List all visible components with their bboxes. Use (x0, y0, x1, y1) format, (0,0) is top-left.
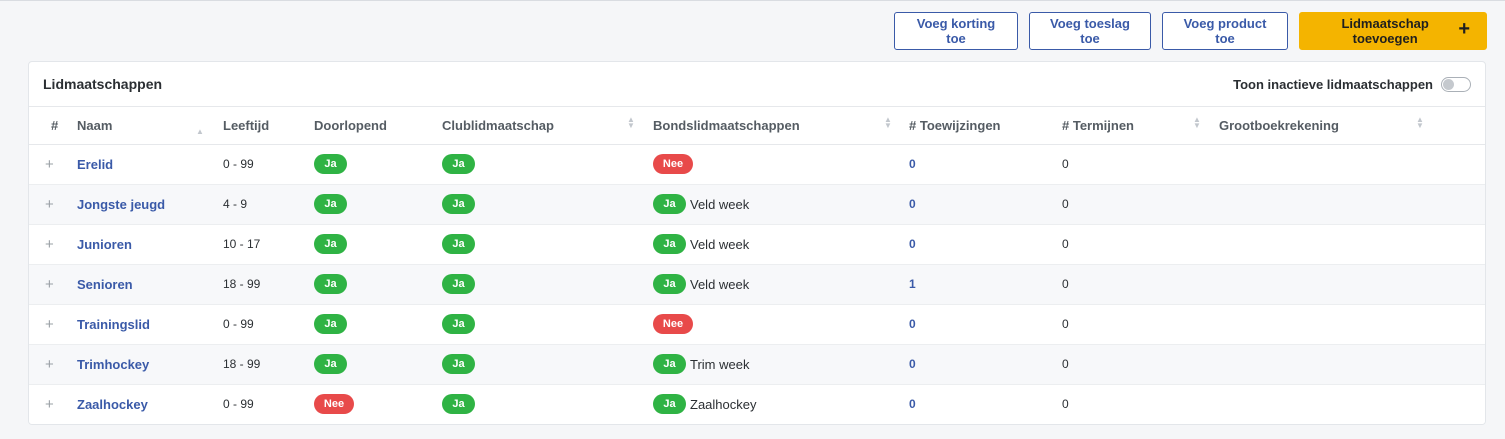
continuous-badge: Ja (314, 234, 347, 254)
assignments-count-link[interactable]: 1 (909, 277, 916, 291)
terms-count: 0 (1062, 357, 1069, 371)
club-badge: Ja (442, 154, 475, 174)
membership-name-link[interactable]: Trainingslid (77, 317, 150, 332)
inactive-toggle-label: Toon inactieve lidmaatschappen (1233, 76, 1433, 92)
assignments-count-link[interactable]: 0 (909, 357, 916, 371)
terms-count: 0 (1062, 317, 1069, 331)
bond-membership-text: Veld week (690, 276, 750, 292)
table-row: + Jongste jeugd 4 - 9 Ja Ja Ja Veld week 0 0 (29, 184, 1485, 225)
assignments-count-link[interactable]: 0 (909, 197, 916, 211)
expand-row-icon[interactable]: + (45, 356, 54, 373)
club-badge: Ja (442, 194, 475, 214)
continuous-badge: Ja (314, 274, 347, 294)
inactive-toggle[interactable] (1441, 76, 1471, 92)
membership-name-link[interactable]: Jongste jeugd (77, 197, 165, 212)
add-membership-button[interactable]: Lidmaatschap toevoegen + (1299, 12, 1487, 50)
table-row: + Trimhockey 18 - 99 Ja Ja Ja Trim week 0 0 (29, 344, 1485, 385)
col-header-age: Leeftijd (223, 107, 314, 145)
bond-badge: Nee (653, 154, 693, 174)
bond-badge: Ja (653, 354, 686, 374)
age-range: 18 - 99 (223, 277, 261, 291)
add-discount-button[interactable]: Voeg korting toe (894, 12, 1018, 50)
col-header-index: # (29, 107, 77, 145)
sort-icon: ▲ ▼ (884, 115, 892, 130)
membership-name-link[interactable]: Junioren (77, 237, 132, 252)
inactive-toggle-wrap: Toon inactieve lidmaatschappen (1233, 76, 1471, 92)
add-membership-label: Lidmaatschap toevoegen (1341, 16, 1429, 46)
bond-badge: Ja (653, 394, 686, 415)
bond-badge: Ja (653, 234, 686, 254)
continuous-badge: Ja (314, 194, 347, 214)
terms-count: 0 (1062, 237, 1069, 251)
continuous-badge: Nee (314, 394, 354, 415)
club-badge: Ja (442, 234, 475, 254)
col-header-ledger[interactable]: Grootboekrekening ▲ ▼ (1219, 107, 1485, 145)
continuous-badge: Ja (314, 154, 347, 174)
terms-count: 0 (1062, 157, 1069, 171)
club-badge: Ja (442, 354, 475, 374)
add-product-button[interactable]: Voeg product toe (1162, 12, 1288, 50)
bond-membership-text: Veld week (690, 236, 750, 252)
col-header-club[interactable]: Clublidmaatschap ▲ ▼ (442, 107, 653, 145)
age-range: 18 - 99 (223, 357, 261, 371)
age-range: 10 - 17 (223, 237, 261, 251)
bond-badge: Ja (653, 274, 686, 294)
table-header-row: # Naam ▲ Leeftijd Doorlopend Clublidmaat… (29, 107, 1485, 145)
sort-icon: ▲ ▼ (1193, 115, 1201, 130)
membership-name-link[interactable]: Zaalhockey (77, 397, 148, 412)
club-badge: Ja (442, 274, 475, 294)
membership-name-link[interactable]: Trimhockey (77, 357, 149, 372)
col-header-assignments: # Toewijzingen (909, 107, 1062, 145)
expand-row-icon[interactable]: + (45, 396, 54, 413)
age-range: 0 - 99 (223, 397, 254, 412)
col-header-name[interactable]: Naam ▲ (77, 107, 223, 145)
age-range: 0 - 99 (223, 317, 254, 331)
bond-membership-text: Zaalhockey (690, 396, 757, 412)
table-row: + Erelid 0 - 99 Ja Ja Nee 0 0 (29, 144, 1485, 185)
sort-icon: ▲ ▼ (1416, 115, 1424, 130)
table-row: + Junioren 10 - 17 Ja Ja Ja Veld week 0 0 (29, 224, 1485, 265)
bond-badge: Ja (653, 194, 686, 214)
expand-row-icon[interactable]: + (45, 236, 54, 253)
assignments-count-link[interactable]: 0 (909, 397, 916, 411)
col-header-continuous: Doorlopend (314, 107, 442, 145)
terms-count: 0 (1062, 197, 1069, 211)
membership-name-link[interactable]: Erelid (77, 157, 113, 172)
card-header: Lidmaatschappen Toon inactieve lidmaatsc… (29, 62, 1485, 107)
col-header-bond[interactable]: Bondslidmaatschappen ▲ ▼ (653, 107, 909, 145)
memberships-table: # Naam ▲ Leeftijd Doorlopend Clublidmaat… (29, 107, 1485, 424)
terms-count: 0 (1062, 397, 1069, 412)
expand-row-icon[interactable]: + (45, 196, 54, 213)
bond-membership-text: Veld week (690, 196, 750, 212)
sort-asc-icon: ▲ (196, 127, 204, 136)
toolbar: Voeg korting toe Voeg toeslag toe Voeg p… (894, 12, 1487, 50)
terms-count: 0 (1062, 277, 1069, 291)
expand-row-icon[interactable]: + (45, 156, 54, 173)
card-title: Lidmaatschappen (43, 76, 163, 92)
plus-icon: + (1458, 18, 1470, 40)
table-row: + Senioren 18 - 99 Ja Ja Ja Veld week 1 0 (29, 264, 1485, 305)
age-range: 0 - 99 (223, 157, 254, 171)
col-header-terms[interactable]: # Termijnen ▲ ▼ (1062, 107, 1219, 145)
club-badge: Ja (442, 394, 475, 415)
bond-membership-text: Trim week (690, 356, 750, 372)
table-row: + Zaalhockey 0 - 99 Nee Ja Ja Zaalhockey 0 0 (29, 384, 1485, 424)
expand-row-icon[interactable]: + (45, 276, 54, 293)
continuous-badge: Ja (314, 314, 347, 334)
assignments-count-link[interactable]: 0 (909, 237, 916, 251)
memberships-card: Lidmaatschappen Toon inactieve lidmaatsc… (28, 61, 1486, 425)
sort-icon: ▲ ▼ (627, 115, 635, 130)
membership-name-link[interactable]: Senioren (77, 277, 133, 292)
bond-badge: Nee (653, 314, 693, 334)
expand-row-icon[interactable]: + (45, 316, 54, 333)
club-badge: Ja (442, 314, 475, 334)
top-border (0, 0, 1505, 4)
assignments-count-link[interactable]: 0 (909, 157, 916, 171)
continuous-badge: Ja (314, 354, 347, 374)
toggle-knob (1443, 78, 1454, 90)
assignments-count-link[interactable]: 0 (909, 317, 916, 331)
table-row: + Trainingslid 0 - 99 Ja Ja Nee 0 0 (29, 304, 1485, 345)
add-surcharge-button[interactable]: Voeg toeslag toe (1029, 12, 1151, 50)
age-range: 4 - 9 (223, 197, 248, 211)
